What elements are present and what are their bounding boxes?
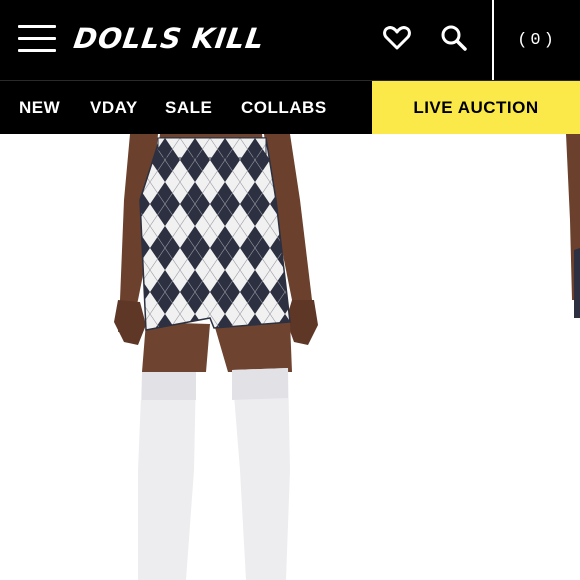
nav-item-vday[interactable]: VDAY (90, 81, 138, 134)
left-thigh-high-sock (138, 372, 196, 580)
skirt-waistband (157, 137, 267, 159)
live-auction-button[interactable]: LIVE AUCTION (372, 81, 580, 134)
nav-item-collabs[interactable]: COLLABS (241, 81, 327, 134)
product-image[interactable] (0, 134, 580, 580)
second-model-skirt (574, 248, 580, 318)
nav-item-sale[interactable]: SALE (165, 81, 212, 134)
main-nav: NEW VDAY SALE COLLABS LIVE AUCTION (0, 80, 580, 134)
search-icon[interactable] (438, 22, 470, 54)
heart-icon[interactable] (381, 22, 413, 54)
nav-item-new[interactable]: NEW (19, 81, 60, 134)
site-logo[interactable]: DOLLS KILL (72, 22, 267, 55)
argyle-skirt (139, 137, 291, 331)
menu-icon[interactable] (18, 25, 56, 53)
cart-button[interactable]: (0) (494, 0, 580, 80)
top-header: DOLLS KILL (0) (0, 0, 580, 80)
